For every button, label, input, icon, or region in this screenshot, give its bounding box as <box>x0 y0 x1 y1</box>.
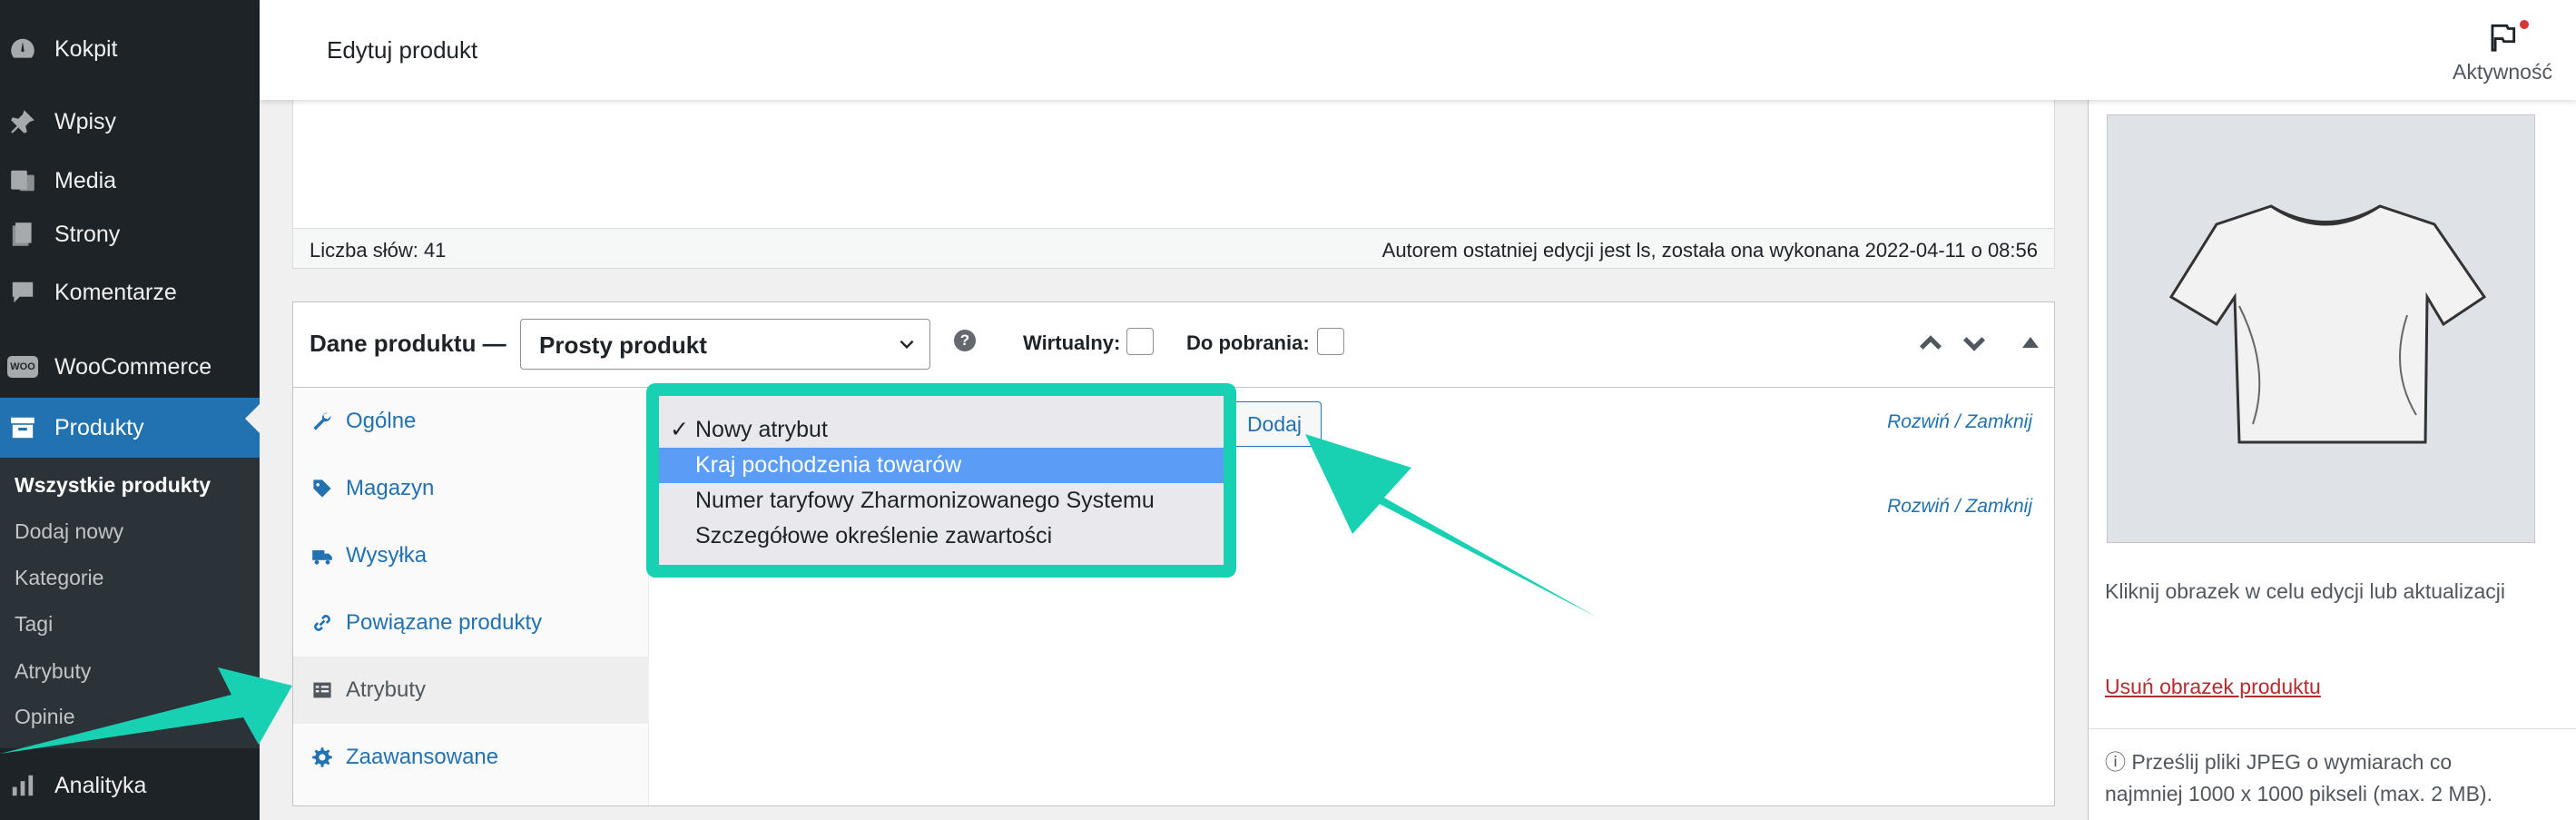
chevron-down-icon <box>900 340 914 350</box>
dashboard-icon <box>7 34 38 64</box>
tab-label: Zaawansowane <box>346 745 499 769</box>
menu-option-new-attribute[interactable]: ✓ Nowy atrybut <box>659 412 1224 448</box>
product-image-box: Kliknij obrazek w celu edycji lub aktual… <box>2088 100 2576 820</box>
gear-icon <box>311 746 333 768</box>
attribute-select-menu: ✓ Nowy atrybut Kraj pochodzenia towarów … <box>646 383 1236 578</box>
content-editor[interactable]: Liczba słów: 41 Autorem ostatniej edycji… <box>292 100 2055 269</box>
top-header-bar: Edytuj produkt Aktywność <box>260 0 2576 100</box>
woocommerce-icon: WOO <box>7 351 38 382</box>
product-data-header: Dane produktu — Prosty produkt ? Wirtual… <box>293 302 2054 388</box>
wp-admin-screen: Kokpit Wpisy Media Strony Komentarze WOO… <box>0 0 2576 820</box>
flag-icon <box>2491 24 2516 52</box>
sidebar-item-wpisy[interactable]: Wpisy <box>0 95 260 148</box>
sidebar-item-analityka[interactable]: Analityka <box>0 759 260 812</box>
sidebar-item-label: WooCommerce <box>54 353 212 380</box>
active-menu-pointer <box>245 404 260 433</box>
link-icon <box>311 612 333 634</box>
tab-label: Wysyłka <box>346 543 428 568</box>
submenu-all-products[interactable]: Wszystkie produkty <box>15 473 211 498</box>
tab-label: Magazyn <box>346 476 435 500</box>
sidebar-item-label: Analityka <box>54 772 147 798</box>
image-edit-hint: Kliknij obrazek w celu edycji lub aktual… <box>2105 579 2506 603</box>
truck-icon <box>311 545 333 567</box>
menu-option-label: Kraj pochodzenia towarów <box>695 452 962 478</box>
page-title: Edytuj produkt <box>327 36 478 64</box>
menu-option-contents-description[interactable]: Szczegółowe określenie zawartości <box>659 519 1224 554</box>
pages-icon <box>7 219 38 250</box>
menu-option-country-of-origin[interactable]: Kraj pochodzenia towarów <box>659 448 1224 483</box>
sidebar-item-label: Komentarze <box>54 279 177 305</box>
product-image-thumbnail[interactable] <box>2107 114 2535 543</box>
activity-label: Aktywność <box>2453 60 2552 84</box>
tab-inventory[interactable]: Magazyn <box>293 455 649 522</box>
chevron-down-icon <box>1962 337 1986 351</box>
word-count: Liczba słów: 41 <box>310 239 447 262</box>
menu-option-label: Szczegółowe określenie zawartości <box>695 523 1053 548</box>
sidebar-item-media[interactable]: Media <box>0 154 260 207</box>
archive-icon <box>7 412 38 443</box>
tab-label: Atrybuty <box>346 677 427 702</box>
remove-image-link[interactable]: Usuń obrazek produktu <box>2105 675 2321 699</box>
virtual-label: Wirtualny: <box>1023 331 1121 354</box>
tab-linked-products[interactable]: Powiązane produkty <box>293 589 649 657</box>
chevron-up-icon <box>1919 335 1942 350</box>
checkmark-icon: ✓ <box>670 417 689 442</box>
media-icon <box>7 165 38 196</box>
help-icon[interactable]: ? <box>954 330 976 351</box>
sidebar-item-produkty[interactable]: Produkty <box>0 398 260 458</box>
sidebar-item-label: Wpisy <box>54 108 117 134</box>
move-up-button[interactable] <box>1915 328 1946 359</box>
expand-collapse-link[interactable]: Rozwiń / Zamknij <box>1887 496 2032 518</box>
product-data-tabs: Ogólne Magazyn Wysyłka Powiązane produkt… <box>293 388 649 805</box>
tab-attributes[interactable]: Atrybuty <box>293 657 649 724</box>
tag-icon <box>311 478 333 499</box>
product-type-select[interactable]: Prosty produkt <box>520 319 930 370</box>
toggle-panel-icon[interactable] <box>2022 337 2039 348</box>
sidebar-item-label: Produkty <box>54 414 144 440</box>
tab-general[interactable]: Ogólne <box>293 388 649 455</box>
move-down-button[interactable] <box>1959 328 1990 359</box>
product-data-title: Dane produktu — <box>310 330 506 357</box>
list-view-icon <box>311 679 333 701</box>
tab-label: Powiązane produkty <box>346 610 543 635</box>
tab-shipping[interactable]: Wysyłka <box>293 522 649 589</box>
divider <box>2089 728 2576 729</box>
activity-button[interactable]: Aktywność <box>2443 20 2561 84</box>
sidebar-item-label: Kokpit <box>54 35 118 62</box>
submenu-tags[interactable]: Tagi <box>15 612 53 637</box>
wrench-icon <box>311 410 333 432</box>
sidebar-item-label: Strony <box>54 221 121 247</box>
tab-advanced[interactable]: Zaawansowane <box>293 724 649 791</box>
menu-option-label: Nowy atrybut <box>695 417 828 442</box>
sidebar-item-woocommerce[interactable]: WOO WooCommerce <box>0 341 260 393</box>
submenu-attributes[interactable]: Atrybuty <box>15 659 91 684</box>
menu-option-label: Numer taryfowy Zharmonizowanego Systemu <box>695 488 1155 513</box>
notification-dot <box>2520 20 2529 29</box>
pin-icon <box>7 106 38 137</box>
comments-icon <box>7 277 38 308</box>
submenu-categories[interactable]: Kategorie <box>15 566 103 590</box>
submenu-reviews[interactable]: Opinie <box>15 705 74 729</box>
product-type-value: Prosty produkt <box>539 331 707 359</box>
sidebar-submenu: Wszystkie produkty Dodaj nowy Kategorie … <box>0 458 260 748</box>
editor-status-bar: Liczba słów: 41 Autorem ostatniej edycji… <box>293 228 2054 268</box>
download-label: Do pobrania: <box>1186 331 1310 354</box>
virtual-checkbox[interactable] <box>1126 328 1154 355</box>
menu-option-hs-code[interactable]: Numer taryfowy Zharmonizowanego Systemu <box>659 483 1224 519</box>
admin-sidebar: Kokpit Wpisy Media Strony Komentarze WOO… <box>0 0 260 820</box>
download-checkbox[interactable] <box>1317 328 1344 355</box>
sidebar-item-komentarze[interactable]: Komentarze <box>0 266 260 319</box>
last-edit-info: Autorem ostatniej edycji jest ls, został… <box>1381 239 2038 262</box>
tshirt-image <box>2168 204 2487 444</box>
chart-bar-icon <box>7 770 38 801</box>
submenu-add-new[interactable]: Dodaj nowy <box>15 519 123 544</box>
tab-label: Ogólne <box>346 409 417 433</box>
add-attribute-button[interactable]: Dodaj <box>1227 401 1322 447</box>
expand-collapse-link[interactable]: Rozwiń / Zamknij <box>1887 411 2032 433</box>
sidebar-item-kokpit[interactable]: Kokpit <box>0 23 260 75</box>
sidebar-item-label: Media <box>54 167 117 193</box>
image-upload-info: ⓘ Prześlij pliki JPEG o wymiarach co naj… <box>2105 750 2492 805</box>
sidebar-item-strony[interactable]: Strony <box>0 208 260 261</box>
